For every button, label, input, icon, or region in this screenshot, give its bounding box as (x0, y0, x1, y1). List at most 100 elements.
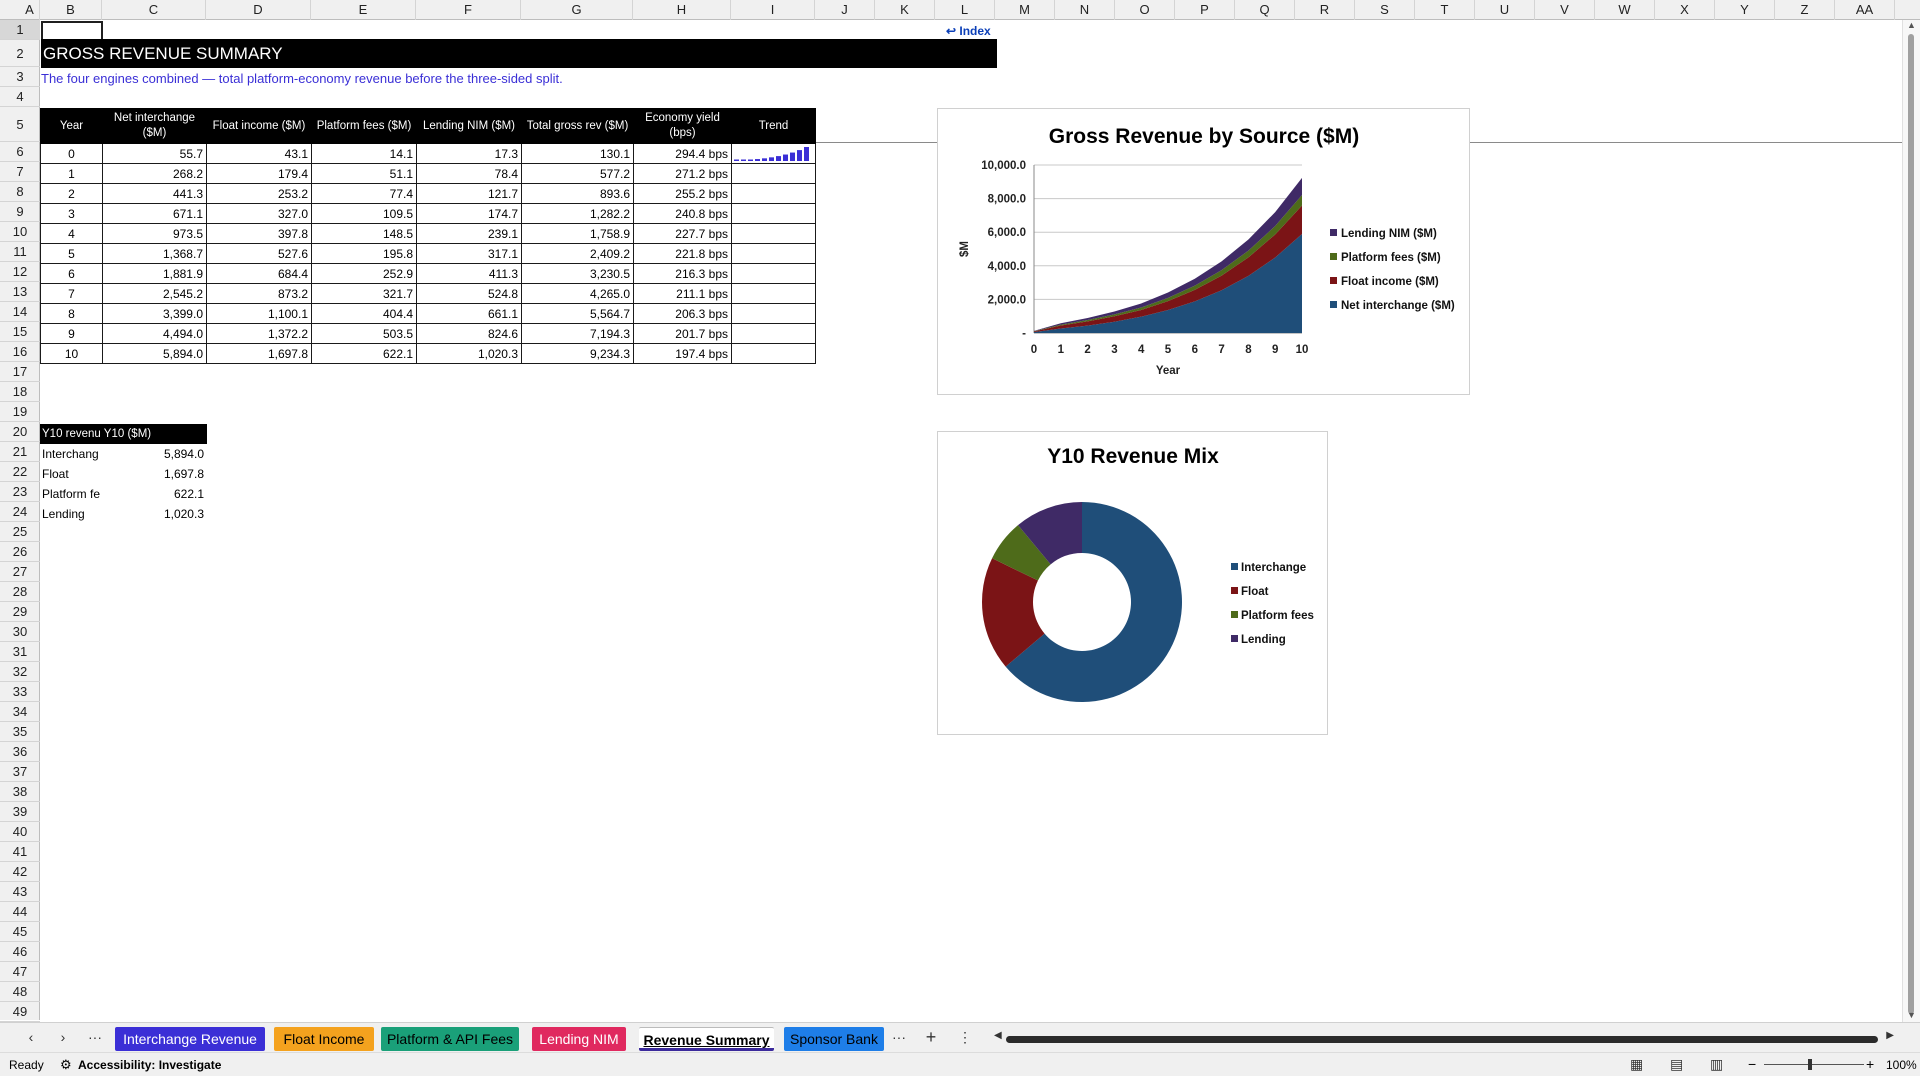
row-header-32[interactable]: 32 (0, 662, 40, 682)
table-cell[interactable]: 5,564.7 (521, 303, 634, 324)
row-header-33[interactable]: 33 (0, 682, 40, 702)
table-cell[interactable]: 9 (40, 323, 103, 344)
table-cell[interactable]: 3,399.0 (102, 303, 207, 324)
column-header-e[interactable]: E (311, 0, 416, 20)
table-cell[interactable]: 2,409.2 (521, 243, 634, 264)
zoom-slider-thumb[interactable] (1808, 1059, 1812, 1070)
selected-cell-a1[interactable] (41, 21, 103, 41)
table-cell[interactable]: 253.2 (206, 183, 312, 204)
scroll-up-icon[interactable]: ▲ (1906, 20, 1917, 32)
table-cell[interactable]: 1 (40, 163, 103, 184)
table-cell[interactable]: 240.8 bps (633, 203, 732, 224)
trend-cell[interactable] (731, 323, 816, 344)
table-cell[interactable]: 1,020.3 (416, 343, 522, 364)
table-cell[interactable]: 503.5 (311, 323, 417, 344)
table-cell[interactable]: 527.6 (206, 243, 312, 264)
row-header-13[interactable]: 13 (0, 282, 40, 302)
row-header-16[interactable]: 16 (0, 342, 40, 362)
table-cell[interactable]: 179.4 (206, 163, 312, 184)
table-cell[interactable]: 211.1 bps (633, 283, 732, 304)
row-header-6[interactable]: 6 (0, 142, 40, 162)
row-header-48[interactable]: 48 (0, 982, 40, 1002)
row-header-47[interactable]: 47 (0, 962, 40, 982)
row-header-14[interactable]: 14 (0, 302, 40, 322)
table-cell[interactable]: 893.6 (521, 183, 634, 204)
column-header-aa[interactable]: AA (1835, 0, 1895, 20)
column-header-c[interactable]: C (102, 0, 206, 20)
table-cell[interactable]: 1,100.1 (206, 303, 312, 324)
row-header-44[interactable]: 44 (0, 902, 40, 922)
table-cell[interactable]: 2,545.2 (102, 283, 207, 304)
table-cell[interactable]: 8 (40, 303, 103, 324)
table-cell[interactable]: 1,881.9 (102, 263, 207, 284)
table-cell[interactable]: 17.3 (416, 143, 522, 164)
zoom-out-icon[interactable]: − (1748, 1056, 1756, 1072)
mix-label[interactable]: Lending (40, 504, 102, 524)
table-cell[interactable]: 174.7 (416, 203, 522, 224)
column-header-g[interactable]: G (521, 0, 633, 20)
table-cell[interactable]: 77.4 (311, 183, 417, 204)
scroll-right-icon[interactable]: ▶ (1886, 1030, 1894, 1041)
mix-label[interactable]: Float (40, 464, 102, 484)
column-header-u[interactable]: U (1475, 0, 1535, 20)
row-header-21[interactable]: 21 (0, 442, 40, 462)
table-cell[interactable]: 10 (40, 343, 103, 364)
table-cell[interactable]: 294.4 bps (633, 143, 732, 164)
table-cell[interactable]: 973.5 (102, 223, 207, 244)
trend-cell[interactable] (731, 303, 816, 324)
row-header-12[interactable]: 12 (0, 262, 40, 282)
row-header-24[interactable]: 24 (0, 502, 40, 522)
mix-label[interactable]: Interchang (40, 444, 102, 464)
area-chart[interactable]: Gross Revenue by Source ($M) - 2,000.0 4,00… (937, 108, 1470, 395)
sheet-tab-2[interactable]: Platform & API Fees (381, 1027, 519, 1051)
column-header-i[interactable]: I (731, 0, 815, 20)
table-cell[interactable]: 130.1 (521, 143, 634, 164)
table-cell[interactable]: 1,282.2 (521, 203, 634, 224)
column-header-b[interactable]: B (40, 0, 102, 20)
chevron-right-icon[interactable]: › (52, 1027, 74, 1047)
table-cell[interactable]: 7 (40, 283, 103, 304)
index-link[interactable]: ↩ Index (946, 21, 1006, 41)
row-header-43[interactable]: 43 (0, 882, 40, 902)
mix-label[interactable]: Platform fe (40, 484, 102, 504)
row-header-31[interactable]: 31 (0, 642, 40, 662)
table-cell[interactable]: 873.2 (206, 283, 312, 304)
table-cell[interactable]: 1,758.9 (521, 223, 634, 244)
row-header-10[interactable]: 10 (0, 222, 40, 242)
table-cell[interactable]: 5 (40, 243, 103, 264)
table-cell[interactable]: 43.1 (206, 143, 312, 164)
trend-cell[interactable] (731, 203, 816, 224)
table-cell[interactable]: 0 (40, 143, 103, 164)
trend-cell[interactable] (731, 163, 816, 184)
row-header-39[interactable]: 39 (0, 802, 40, 822)
row-header-19[interactable]: 19 (0, 402, 40, 422)
table-cell[interactable]: 221.8 bps (633, 243, 732, 264)
trend-cell[interactable] (731, 143, 816, 164)
row-header-2[interactable]: 2 (0, 40, 40, 67)
row-header-15[interactable]: 15 (0, 322, 40, 342)
table-cell[interactable]: 9,234.3 (521, 343, 634, 364)
sheet-tab-0[interactable]: Interchange Revenue (115, 1027, 265, 1051)
trend-cell[interactable] (731, 223, 816, 244)
page-break-icon[interactable]: ▥ (1710, 1056, 1723, 1073)
row-header-45[interactable]: 45 (0, 922, 40, 942)
normal-view-icon[interactable]: ▦ (1630, 1056, 1643, 1073)
zoom-level[interactable]: 100% (1886, 1058, 1917, 1072)
row-header-23[interactable]: 23 (0, 482, 40, 502)
table-cell[interactable]: 671.1 (102, 203, 207, 224)
column-header-j[interactable]: J (815, 0, 875, 20)
mix-value[interactable]: 622.1 (102, 484, 207, 504)
table-cell[interactable]: 2 (40, 183, 103, 204)
table-cell[interactable]: 317.1 (416, 243, 522, 264)
table-cell[interactable]: 148.5 (311, 223, 417, 244)
column-header-p[interactable]: P (1175, 0, 1235, 20)
row-header-11[interactable]: 11 (0, 242, 40, 262)
row-header-40[interactable]: 40 (0, 822, 40, 842)
trend-cell[interactable] (731, 243, 816, 264)
column-header-o[interactable]: O (1115, 0, 1175, 20)
more-tabs-ellipsis-icon[interactable]: ··· (888, 1027, 910, 1047)
column-header-h[interactable]: H (633, 0, 731, 20)
vertical-dots-icon[interactable]: ⋮ (954, 1027, 976, 1047)
table-cell[interactable]: 411.3 (416, 263, 522, 284)
column-header-m[interactable]: M (995, 0, 1055, 20)
